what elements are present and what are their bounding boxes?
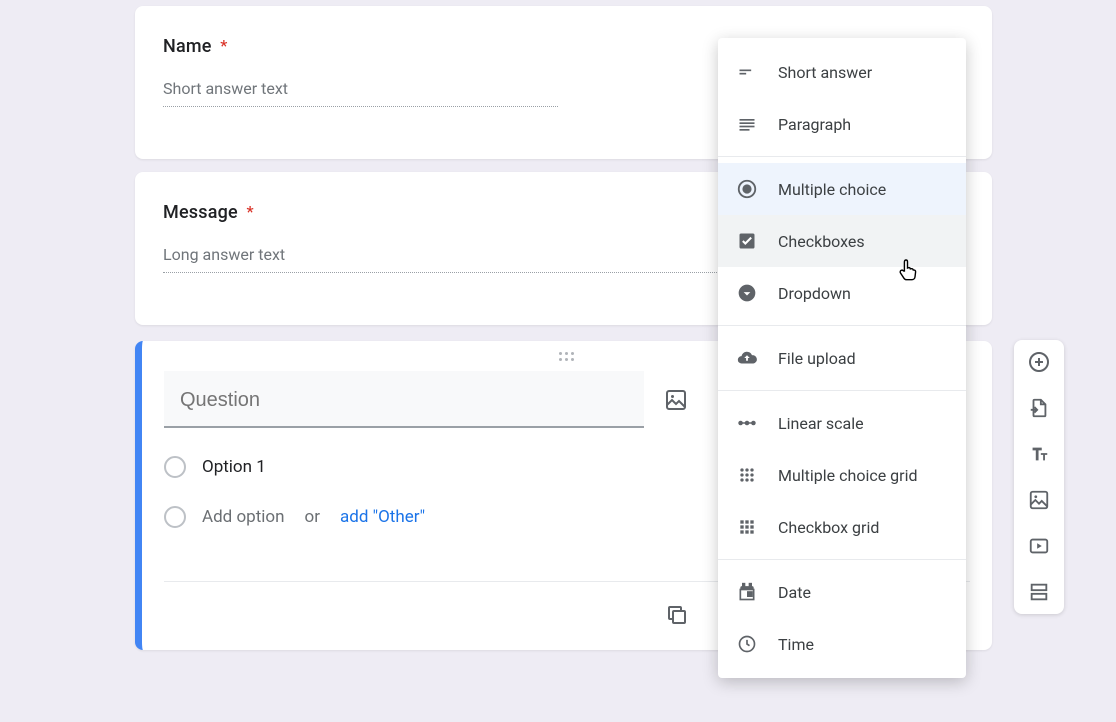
question-title-text: Name [163, 36, 212, 57]
menu-separator [718, 559, 966, 560]
add-title-icon[interactable] [1027, 442, 1051, 466]
radio-icon [164, 456, 186, 478]
menu-separator [718, 325, 966, 326]
menu-label: Multiple choice [778, 180, 886, 199]
menu-label: Short answer [778, 63, 872, 82]
option-label[interactable]: Option 1 [202, 457, 266, 477]
square-grid-icon [736, 516, 758, 538]
add-other-link[interactable]: add "Other" [340, 507, 425, 527]
menu-item-file-upload[interactable]: File upload [718, 332, 966, 384]
dropdown-icon [736, 282, 758, 304]
menu-item-date[interactable]: Date [718, 566, 966, 618]
linear-scale-icon [736, 412, 758, 434]
add-video-icon[interactable] [1027, 534, 1051, 558]
menu-separator [718, 390, 966, 391]
menu-label: Multiple choice grid [778, 466, 917, 485]
menu-item-cb-grid[interactable]: Checkbox grid [718, 501, 966, 553]
menu-item-time[interactable]: Time [718, 618, 966, 670]
add-option-text[interactable]: Add option [202, 507, 285, 527]
duplicate-icon[interactable] [662, 600, 692, 630]
radio-selected-icon [736, 178, 758, 200]
calendar-icon [736, 581, 758, 603]
clock-icon [736, 633, 758, 655]
drag-handle-icon[interactable] [558, 351, 576, 363]
add-image-icon[interactable] [662, 386, 690, 414]
add-section-icon[interactable] [1027, 580, 1051, 604]
import-questions-icon[interactable] [1027, 396, 1051, 420]
paragraph-icon [736, 113, 758, 135]
menu-item-short-answer[interactable]: Short answer [718, 46, 966, 98]
menu-item-linear-scale[interactable]: Linear scale [718, 397, 966, 449]
short-answer-preview: Short answer text [163, 79, 558, 107]
checkbox-icon [736, 230, 758, 252]
radio-icon [164, 506, 186, 528]
required-star: * [220, 36, 227, 55]
menu-label: Paragraph [778, 115, 851, 134]
or-text: or [305, 507, 320, 527]
dot-grid-icon [736, 464, 758, 486]
menu-label: Linear scale [778, 414, 864, 433]
menu-item-mc-grid[interactable]: Multiple choice grid [718, 449, 966, 501]
menu-item-multiple-choice[interactable]: Multiple choice [718, 163, 966, 215]
menu-label: Time [778, 635, 814, 654]
question-input[interactable] [164, 371, 644, 428]
menu-label: Checkbox grid [778, 518, 879, 537]
question-title-text: Message [163, 202, 238, 223]
menu-label: Date [778, 583, 811, 602]
cloud-upload-icon [736, 347, 758, 369]
menu-label: Checkboxes [778, 232, 865, 251]
add-question-icon[interactable] [1027, 350, 1051, 374]
add-image-toolbar-icon[interactable] [1027, 488, 1051, 512]
menu-item-dropdown[interactable]: Dropdown [718, 267, 966, 319]
menu-label: File upload [778, 349, 856, 368]
menu-item-paragraph[interactable]: Paragraph [718, 98, 966, 150]
menu-separator [718, 156, 966, 157]
short-answer-icon [736, 61, 758, 83]
menu-label: Dropdown [778, 284, 851, 303]
menu-item-checkboxes[interactable]: Checkboxes [718, 215, 966, 267]
required-star: * [247, 202, 254, 221]
question-type-menu[interactable]: Short answer Paragraph Multiple choice C… [718, 38, 966, 678]
side-toolbar [1014, 340, 1064, 614]
